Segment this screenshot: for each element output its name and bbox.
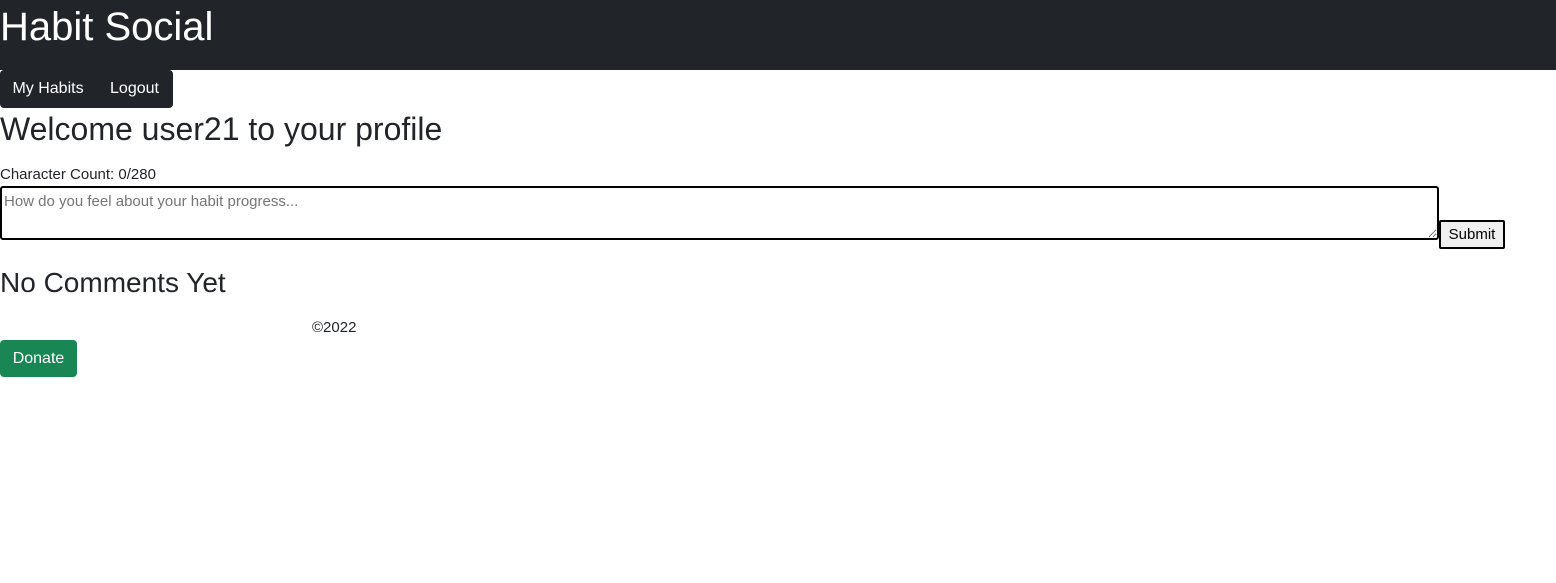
comment-input[interactable] bbox=[0, 186, 1439, 240]
site-title: Habit Social bbox=[0, 5, 214, 49]
logout-button[interactable]: Logout bbox=[96, 70, 173, 108]
submit-button[interactable]: Submit bbox=[1439, 220, 1505, 249]
character-count: Character Count: 0/280 bbox=[0, 166, 156, 183]
no-comments-heading: No Comments Yet bbox=[0, 267, 226, 298]
page-title: Welcome user21 to your profile bbox=[0, 111, 443, 147]
nav-bar: My Habits Logout bbox=[0, 70, 173, 108]
donate-button[interactable]: Donate bbox=[0, 340, 77, 377]
site-header: Habit Social bbox=[0, 0, 1556, 70]
copyright-text: ©2022 bbox=[312, 319, 357, 336]
my-habits-button[interactable]: My Habits bbox=[0, 70, 96, 108]
